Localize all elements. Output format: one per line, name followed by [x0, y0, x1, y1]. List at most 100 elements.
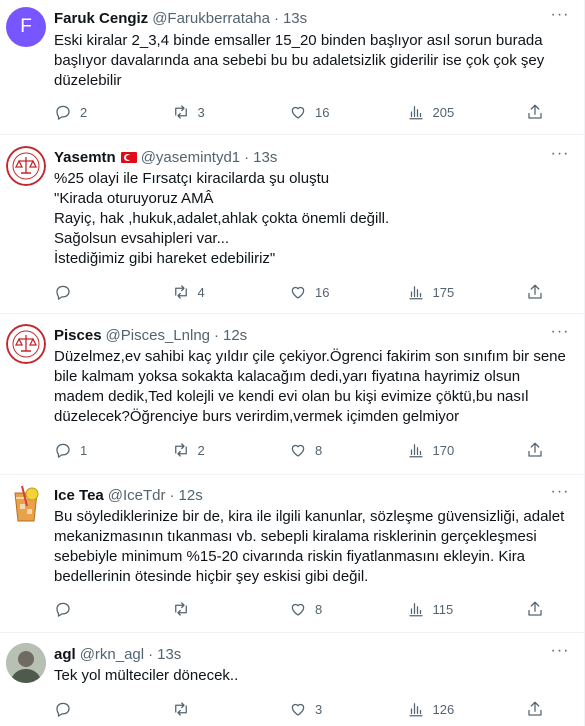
- timestamp[interactable]: 12s: [179, 487, 203, 504]
- turkey-flag-icon: [120, 151, 137, 163]
- tweet-actions: 4 16 175: [54, 282, 544, 302]
- retweet-button[interactable]: [172, 699, 252, 719]
- tweet[interactable]: F Faruk Cengiz @Farukberrataha · 13s ···…: [0, 0, 585, 135]
- user-handle[interactable]: @IceTdr: [108, 487, 166, 504]
- avatar[interactable]: [6, 484, 46, 524]
- reply-icon: [56, 285, 70, 300]
- tweet[interactable]: Yasemtn @yasemintyd1 · 13s ··· %25 olayi…: [0, 135, 585, 314]
- like-count: 3: [315, 701, 323, 717]
- tweet-header: Faruk Cengiz @Farukberrataha · 13s: [54, 8, 545, 28]
- reply-count: 1: [80, 442, 88, 458]
- views-button[interactable]: 175: [407, 282, 487, 302]
- reply-button[interactable]: [54, 699, 134, 719]
- more-icon[interactable]: ···: [549, 484, 571, 505]
- retweet-icon: [174, 105, 187, 119]
- avatar[interactable]: [6, 324, 46, 364]
- more-icon[interactable]: ···: [549, 643, 571, 664]
- user-handle[interactable]: @rkn_agl: [80, 646, 144, 663]
- more-icon[interactable]: ···: [549, 324, 571, 345]
- like-count: 8: [315, 442, 323, 458]
- views-count: 205: [432, 104, 455, 120]
- like-button[interactable]: 8: [289, 599, 369, 619]
- display-name[interactable]: agl: [54, 646, 76, 663]
- timestamp[interactable]: 12s: [223, 327, 247, 344]
- share-button[interactable]: [524, 440, 544, 460]
- tweet-header: Pisces @Pisces_Lnlng · 12s: [54, 325, 545, 345]
- views-button[interactable]: 115: [407, 599, 487, 619]
- reply-button[interactable]: [54, 282, 134, 302]
- retweet-icon: [174, 443, 187, 457]
- reply-icon: [56, 702, 70, 717]
- reply-button[interactable]: 1: [54, 440, 134, 460]
- more-icon[interactable]: ···: [549, 146, 571, 167]
- display-name[interactable]: Pisces: [54, 327, 102, 344]
- retweet-icon: [174, 285, 187, 299]
- views-button[interactable]: 205: [407, 102, 487, 122]
- timestamp[interactable]: 13s: [253, 149, 277, 166]
- retweet-icon: [174, 702, 187, 716]
- share-button[interactable]: [524, 102, 544, 122]
- tweet-text: Tek yol mülteciler dönecek..: [54, 667, 239, 684]
- like-count: 16: [315, 284, 330, 300]
- like-button[interactable]: 8: [289, 440, 369, 460]
- views-button[interactable]: 170: [407, 440, 487, 460]
- tweet[interactable]: Pisces @Pisces_Lnlng · 12s ··· Düzelmez,…: [0, 314, 585, 475]
- reply-button[interactable]: 2: [54, 102, 134, 122]
- like-icon: [291, 703, 305, 716]
- more-icon[interactable]: ···: [549, 7, 571, 28]
- views-button[interactable]: 126: [407, 699, 487, 719]
- share-button[interactable]: [524, 599, 544, 619]
- like-button[interactable]: 16: [289, 282, 369, 302]
- avatar[interactable]: [6, 146, 46, 186]
- retweet-button[interactable]: 4: [172, 282, 252, 302]
- tweet-header: Ice Tea @IceTdr · 12s: [54, 485, 545, 505]
- share-icon: [528, 442, 542, 457]
- views-icon: [408, 286, 423, 300]
- tweet-text: Düzelmez,ev sahibi kaç yıldır çile çekiy…: [54, 348, 571, 425]
- retweet-button[interactable]: 2: [172, 440, 252, 460]
- tweet[interactable]: agl @rkn_agl · 13s ··· Tek yol mültecile…: [0, 633, 585, 726]
- user-handle[interactable]: @Farukberrataha: [152, 10, 270, 27]
- like-button[interactable]: 16: [289, 102, 369, 122]
- display-name[interactable]: Yasemtn: [54, 149, 116, 166]
- display-name[interactable]: Faruk Cengiz: [54, 10, 148, 27]
- share-button[interactable]: [524, 699, 544, 719]
- tweet-text: Eski kiralar 2_3,4 binde emsaller 15_20 …: [54, 32, 549, 89]
- reply-button[interactable]: [54, 599, 134, 619]
- retweet-button[interactable]: [172, 599, 252, 619]
- retweet-count: 2: [197, 442, 205, 458]
- retweet-count: 4: [197, 284, 205, 300]
- views-icon: [408, 106, 423, 120]
- tweet-header: agl @rkn_agl · 13s: [54, 644, 545, 664]
- views-count: 170: [432, 442, 455, 458]
- reply-icon: [56, 602, 70, 617]
- user-handle[interactable]: @Pisces_Lnlng: [106, 327, 210, 344]
- separator: ·: [169, 486, 175, 504]
- tweet-text: %25 olayi ile Fırsatçı kiracilarda şu ol…: [54, 170, 390, 267]
- display-name[interactable]: Ice Tea: [54, 487, 104, 504]
- share-icon: [528, 104, 542, 119]
- separator: ·: [244, 148, 250, 166]
- tweet-actions: 8 115: [54, 599, 544, 619]
- retweet-button[interactable]: 3: [172, 102, 252, 122]
- views-icon: [408, 444, 423, 458]
- seal-logo: [6, 324, 46, 364]
- reply-count: 2: [80, 104, 88, 120]
- reply-icon: [56, 443, 70, 458]
- like-button[interactable]: 3: [289, 699, 369, 719]
- avatar[interactable]: F: [6, 7, 46, 47]
- avatar[interactable]: [6, 643, 46, 683]
- views-count: 175: [432, 284, 455, 300]
- tweet[interactable]: Ice Tea @IceTdr · 12s ··· Bu söyledikler…: [0, 475, 585, 633]
- seal-logo: [6, 146, 46, 186]
- user-handle[interactable]: @yasemintyd1: [141, 149, 240, 166]
- share-button[interactable]: [524, 282, 544, 302]
- tweet-actions: 1 2 8 170: [54, 440, 544, 460]
- tweet-actions: 2 3 16 205: [54, 102, 544, 122]
- timestamp[interactable]: 13s: [157, 646, 181, 663]
- like-icon: [291, 286, 305, 299]
- separator: ·: [214, 326, 219, 344]
- views-icon: [408, 603, 423, 617]
- timestamp[interactable]: 13s: [283, 10, 307, 27]
- tweet-text: Bu söylediklerinize bir de, kira ile ilg…: [54, 508, 569, 585]
